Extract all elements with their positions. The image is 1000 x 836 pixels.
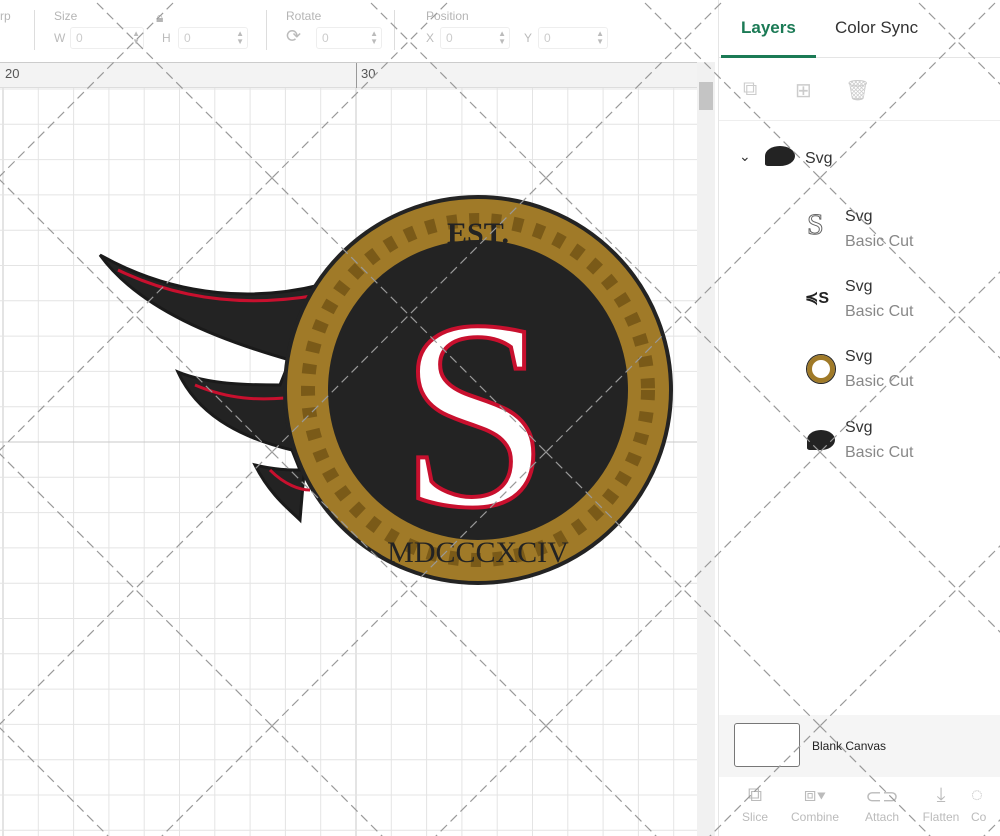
logo-top-text: EST. bbox=[447, 217, 509, 250]
layer-name: Svg bbox=[845, 208, 873, 225]
scroll-thumb[interactable] bbox=[699, 82, 713, 110]
layers-panel: Layers Color Sync ⧉ ⊞ 🗑︎ ⌄ Svg S Svg Bas… bbox=[718, 0, 1000, 836]
y-input[interactable]: 0 ▲ ▼ bbox=[538, 27, 608, 49]
spinner-icon[interactable]: ▲ ▼ bbox=[498, 30, 506, 46]
tab-layers[interactable]: Layers bbox=[741, 18, 796, 38]
x-label: X bbox=[426, 31, 435, 45]
layer-type: Basic Cut bbox=[845, 373, 914, 390]
x-input[interactable]: 0 ▲ ▼ bbox=[440, 27, 510, 49]
contour-icon: ◌ bbox=[971, 784, 983, 806]
layer-type: Basic Cut bbox=[845, 303, 914, 320]
layer-thumbnail bbox=[807, 430, 835, 450]
attach-icon: ⊂⊃ bbox=[865, 786, 899, 808]
spinner-icon[interactable]: ▲ ▼ bbox=[596, 30, 604, 46]
slice-button[interactable]: ⧉ Slice bbox=[725, 784, 785, 824]
layer-thumbnail bbox=[765, 146, 795, 166]
delete-icon[interactable]: 🗑︎ bbox=[845, 78, 870, 103]
w-label: W bbox=[54, 31, 66, 45]
chevron-down-icon[interactable]: ⌄ bbox=[739, 148, 751, 165]
height-input[interactable]: 0 ▲ ▼ bbox=[178, 27, 248, 49]
group-icon[interactable]: ⧉ bbox=[743, 78, 757, 101]
ruler-tick-label: 30 bbox=[361, 66, 376, 81]
layer-name: Svg bbox=[845, 348, 873, 365]
canvas-thumbnail bbox=[734, 723, 800, 767]
blank-canvas-row[interactable]: Blank Canvas bbox=[719, 715, 1000, 777]
spinner-icon[interactable]: ▲ ▼ bbox=[370, 30, 378, 46]
divider bbox=[394, 10, 395, 50]
rotate-icon: ⟳ bbox=[286, 26, 302, 46]
spinner-icon[interactable]: ▲ ▼ bbox=[132, 30, 140, 46]
ruler-tick-label: 20 bbox=[5, 66, 20, 81]
flatten-button[interactable]: ⤓ Flatten bbox=[911, 784, 971, 824]
width-value: 0 bbox=[76, 31, 83, 45]
toolbar: rp Size W 0 ▲ ▼ 🔒︎ H 0 ▲ ▼ Rotate ⟳ 0 ▲ ▼ Posi… bbox=[0, 0, 718, 62]
vertical-scrollbar[interactable] bbox=[697, 62, 715, 836]
width-input[interactable]: 0 ▲ ▼ bbox=[70, 27, 144, 49]
horizontal-ruler: 20 30 bbox=[0, 62, 715, 88]
y-label: Y bbox=[524, 31, 533, 45]
slice-icon: ⧉ bbox=[747, 784, 763, 806]
rotate-label: Rotate bbox=[286, 9, 322, 23]
layer-name: Svg bbox=[845, 419, 873, 436]
layer-type: Basic Cut bbox=[845, 233, 914, 250]
combine-icon: ⧈▾ bbox=[803, 784, 827, 806]
duplicate-icon[interactable]: ⊞ bbox=[795, 78, 812, 103]
senators-logo[interactable]: EST. MDCCCXCIV S bbox=[98, 195, 673, 585]
position-label: Position bbox=[426, 9, 469, 23]
attach-button[interactable]: ⊂⊃ Attach bbox=[852, 784, 912, 824]
lock-icon[interactable]: 🔒︎ bbox=[156, 9, 163, 26]
flatten-icon: ⤓ bbox=[936, 784, 946, 806]
spinner-icon[interactable]: ▲ ▼ bbox=[236, 30, 244, 46]
height-value: 0 bbox=[184, 31, 191, 45]
size-label: Size bbox=[54, 9, 78, 23]
x-value: 0 bbox=[446, 31, 453, 45]
layer-group-name: Svg bbox=[805, 150, 833, 167]
layer-type: Basic Cut bbox=[845, 444, 914, 461]
tab-color-sync[interactable]: Color Sync bbox=[835, 18, 918, 38]
layer-thumbnail: ≼S bbox=[805, 290, 830, 307]
design-canvas[interactable]: EST. MDCCCXCIV S bbox=[0, 88, 697, 836]
warp-label: rp bbox=[0, 9, 11, 23]
contour-button[interactable]: ◌ Co bbox=[971, 784, 1000, 824]
blank-canvas-label: Blank Canvas bbox=[812, 739, 887, 753]
divider bbox=[266, 10, 267, 50]
rotate-value: 0 bbox=[322, 31, 329, 45]
combine-button[interactable]: ⧈▾ Combine bbox=[785, 784, 845, 824]
layer-name: Svg bbox=[845, 278, 873, 295]
logo-letter: S bbox=[400, 265, 550, 564]
h-label: H bbox=[162, 31, 171, 45]
active-tab-indicator bbox=[721, 55, 816, 58]
layer-thumbnail bbox=[806, 354, 836, 384]
layer-thumbnail: S bbox=[807, 208, 825, 242]
y-value: 0 bbox=[544, 31, 551, 45]
rotate-input[interactable]: 0 ▲ ▼ bbox=[316, 27, 382, 49]
canvas-grid: EST. MDCCCXCIV S bbox=[0, 88, 697, 836]
divider bbox=[34, 10, 35, 50]
